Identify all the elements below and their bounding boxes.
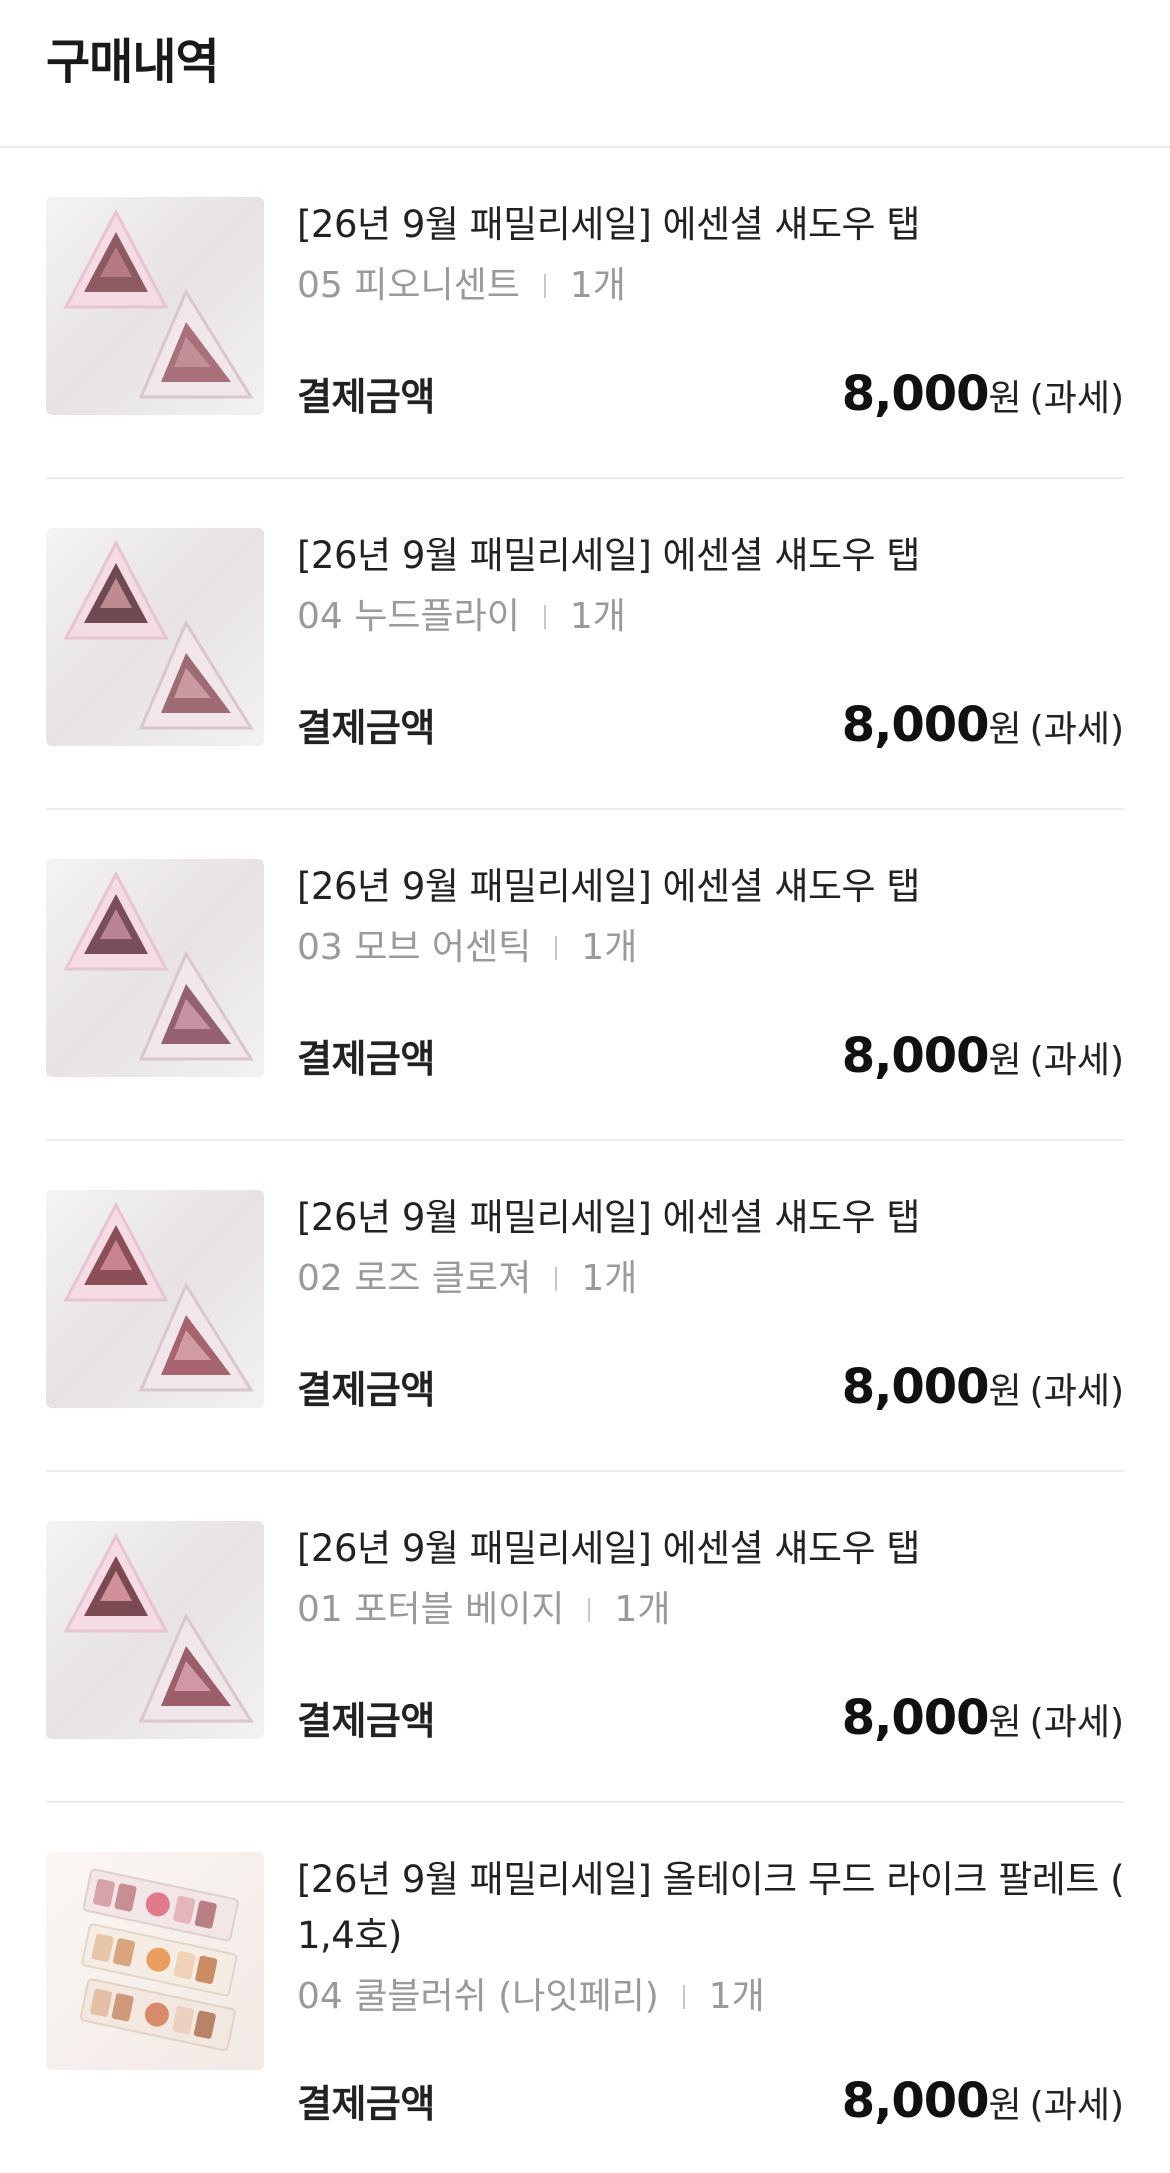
tax-label: (과세) [1029, 378, 1124, 419]
product-name-line1: [26년 9월 패밀리세일] 올테이크 무드 라이크 팔레트 ( [297, 1858, 1125, 1901]
currency: 원 [988, 709, 1022, 750]
option-name: 04 쿨블러쉬 (나잇페리) [297, 1976, 659, 2017]
quantity: 1개 [581, 927, 638, 968]
page-title: 구매내역 [46, 34, 220, 90]
price: 8,000원 (과세) [842, 1359, 1124, 1415]
quantity: 1개 [569, 265, 626, 306]
payment-label: 결제금액 [297, 2082, 435, 2126]
payment-row: 결제금액 8,000원 (과세) [297, 1690, 1124, 1746]
order-item[interactable]: [26년 9월 패밀리세일] 에센셜 섀도우 탭 01 포터블 베이지 1개 결… [46, 1472, 1124, 1803]
product-name[interactable]: [26년 9월 패밀리세일] 올테이크 무드 라이크 팔레트 ( 1,4호) [297, 1852, 1125, 1964]
price-amount: 8,000 [841, 1690, 990, 1746]
product-thumbnail[interactable] [46, 1190, 264, 1408]
product-name-line2: 1,4호) [297, 1914, 402, 1957]
payment-row: 결제금액 8,000원 (과세) [297, 1028, 1124, 1084]
price-amount: 8,000 [841, 366, 990, 422]
quantity: 1개 [569, 596, 626, 637]
price: 8,000원 (과세) [842, 1690, 1124, 1746]
product-option: 02 로즈 클로져 1개 [297, 1256, 1124, 1302]
currency: 원 [988, 378, 1022, 419]
divider [682, 1985, 685, 2009]
divider [543, 605, 546, 629]
payment-label: 결제금액 [297, 375, 435, 419]
product-name[interactable]: [26년 9월 패밀리세일] 에센셜 섀도우 탭 [297, 1190, 1124, 1246]
product-option: 01 포터블 베이지 1개 [297, 1587, 1124, 1633]
eyeshadow-image [63, 1532, 254, 1723]
product-option: 04 쿨블러쉬 (나잇페리) 1개 [297, 1974, 1124, 2020]
quantity: 1개 [708, 1976, 765, 2017]
currency: 원 [988, 1371, 1022, 1412]
currency: 원 [988, 1040, 1022, 1081]
option-name: 03 모브 어센틱 [297, 927, 532, 968]
payment-label: 결제금액 [297, 706, 435, 750]
payment-row: 결제금액 8,000원 (과세) [297, 697, 1124, 753]
divider [555, 1267, 558, 1291]
option-name: 02 로즈 클로져 [297, 1258, 532, 1299]
price: 8,000원 (과세) [842, 697, 1124, 753]
order-item[interactable]: [26년 9월 패밀리세일] 올테이크 무드 라이크 팔레트 ( 1,4호) 0… [46, 1803, 1125, 2173]
product-name[interactable]: [26년 9월 패밀리세일] 에센셜 섀도우 탭 [297, 528, 1124, 584]
option-name: 01 포터블 베이지 [297, 1589, 565, 1630]
tax-label: (과세) [1029, 709, 1124, 750]
divider [588, 1598, 591, 1622]
currency: 원 [988, 2085, 1022, 2126]
price: 8,000원 (과세) [842, 1028, 1124, 1084]
tax-label: (과세) [1029, 1371, 1124, 1412]
option-name: 05 피오니센트 [297, 265, 520, 306]
order-item[interactable]: [26년 9월 패밀리세일] 에센셜 섀도우 탭 02 로즈 클로져 1개 결제… [46, 1141, 1124, 1472]
price-amount: 8,000 [841, 1359, 990, 1415]
product-thumbnail[interactable] [46, 528, 264, 746]
price-amount: 8,000 [841, 1028, 990, 1084]
order-list: [26년 9월 패밀리세일] 에센셜 섀도우 탭 05 피오니센트 1개 결제금… [0, 148, 1170, 2173]
product-option: 03 모브 어센틱 1개 [297, 925, 1124, 971]
product-name[interactable]: [26년 9월 패밀리세일] 에센셜 섀도우 탭 [297, 859, 1124, 915]
payment-row: 결제금액 8,000원 (과세) [297, 2073, 1124, 2129]
header: 구매내역 [0, 0, 1170, 148]
product-name[interactable]: [26년 9월 패밀리세일] 에센셜 섀도우 탭 [297, 197, 1124, 253]
currency: 원 [988, 1702, 1022, 1743]
product-thumbnail[interactable] [46, 1521, 264, 1739]
product-option: 05 피오니센트 1개 [297, 263, 1124, 309]
divider [555, 936, 558, 960]
product-name[interactable]: [26년 9월 패밀리세일] 에센셜 섀도우 탭 [297, 1521, 1124, 1577]
order-item[interactable]: [26년 9월 패밀리세일] 에센셜 섀도우 탭 03 모브 어센틱 1개 결제… [46, 810, 1124, 1141]
payment-label: 결제금액 [297, 1368, 435, 1412]
order-item[interactable]: [26년 9월 패밀리세일] 에센셜 섀도우 탭 05 피오니센트 1개 결제금… [46, 148, 1124, 479]
product-thumbnail[interactable] [46, 1852, 264, 2070]
order-item[interactable]: [26년 9월 패밀리세일] 에센셜 섀도우 탭 04 누드플라이 1개 결제금… [46, 479, 1124, 810]
product-thumbnail[interactable] [46, 859, 264, 1077]
tax-label: (과세) [1029, 2085, 1124, 2126]
palette-image [79, 1868, 239, 2052]
price: 8,000원 (과세) [842, 2073, 1124, 2129]
product-option: 04 누드플라이 1개 [297, 594, 1124, 640]
payment-label: 결제금액 [297, 1037, 435, 1081]
tax-label: (과세) [1029, 1040, 1124, 1081]
payment-label: 결제금액 [297, 1699, 435, 1743]
product-thumbnail[interactable] [46, 197, 264, 415]
price-amount: 8,000 [841, 2073, 990, 2129]
quantity: 1개 [581, 1258, 638, 1299]
price: 8,000원 (과세) [842, 366, 1124, 422]
tax-label: (과세) [1029, 1702, 1124, 1743]
option-name: 04 누드플라이 [297, 596, 520, 637]
eyeshadow-image [63, 208, 254, 399]
divider [543, 274, 546, 298]
quantity: 1개 [614, 1589, 671, 1630]
payment-row: 결제금액 8,000원 (과세) [297, 1359, 1124, 1415]
eyeshadow-image [63, 870, 254, 1061]
price-amount: 8,000 [841, 697, 990, 753]
eyeshadow-image [63, 539, 254, 730]
payment-row: 결제금액 8,000원 (과세) [297, 366, 1124, 422]
eyeshadow-image [63, 1201, 254, 1392]
